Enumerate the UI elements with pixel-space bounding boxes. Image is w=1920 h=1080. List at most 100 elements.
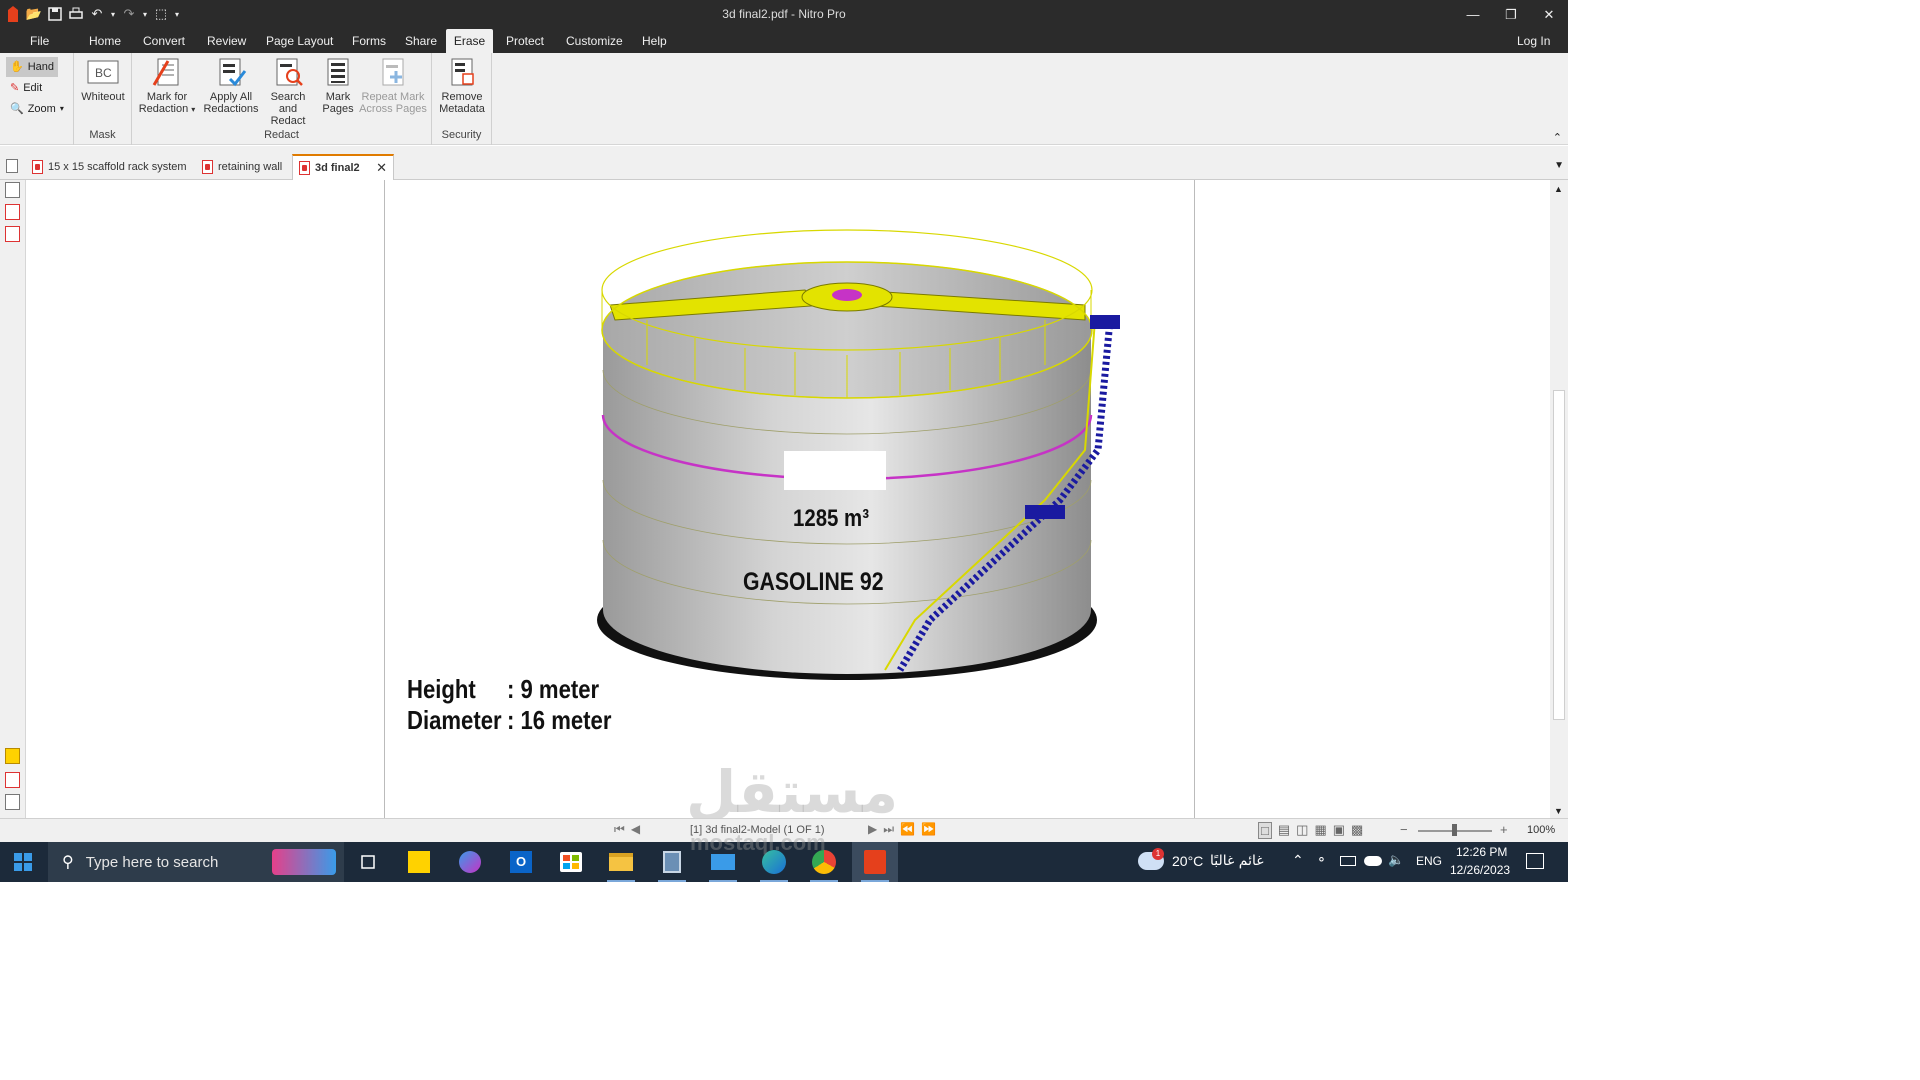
vertical-scrollbar[interactable]: ▲ ▼ <box>1550 180 1568 818</box>
calculator-icon[interactable] <box>649 842 695 882</box>
zoom-out-icon[interactable]: − <box>1400 822 1408 837</box>
mark-redaction-icon <box>152 58 179 86</box>
minimize-button[interactable]: — <box>1454 0 1492 29</box>
tab-help[interactable]: Help <box>636 29 673 53</box>
file-explorer-icon[interactable] <box>598 842 644 882</box>
task-view-icon[interactable] <box>345 842 391 882</box>
pages-panel-icon[interactable] <box>6 159 18 173</box>
tab-convert[interactable]: Convert <box>137 29 191 53</box>
battery-icon[interactable] <box>1340 856 1356 866</box>
zoom-tool-button[interactable]: 🔍 Zoom ▾ <box>6 99 68 119</box>
clock-date[interactable]: 12/26/2023 <box>1450 863 1510 877</box>
volume-icon[interactable]: 🔈 <box>1388 852 1404 868</box>
zoom-level[interactable]: 100% <box>1527 824 1555 836</box>
ribbon-tabs: File Home Convert Review Page Layout For… <box>0 29 1568 53</box>
window-title: 3d final2.pdf - Nitro Pro <box>722 7 846 21</box>
tab-forms[interactable]: Forms <box>346 29 392 53</box>
language-indicator[interactable]: ENG <box>1416 854 1442 868</box>
tab-review[interactable]: Review <box>201 29 252 53</box>
comments-icon[interactable] <box>5 748 20 764</box>
apply-all-redactions-button[interactable]: Apply All Redactions <box>200 57 262 115</box>
weather-temp[interactable]: 20°C <box>1172 853 1203 869</box>
left-sidebar <box>0 180 26 818</box>
close-tab-icon[interactable]: ✕ <box>376 160 387 176</box>
tab-erase[interactable]: Erase <box>446 29 493 53</box>
height-label: Height <box>407 674 476 704</box>
outlook-icon[interactable]: O <box>498 842 544 882</box>
tab-home[interactable]: Home <box>83 29 127 53</box>
notifications-icon[interactable] <box>1526 853 1544 869</box>
doc-tab-retaining-wall[interactable]: retaining wall <box>196 154 288 180</box>
whiteout-button[interactable]: BC Whiteout <box>78 57 128 103</box>
hand-icon: ✋ <box>10 61 24 73</box>
show-hidden-icons-icon[interactable]: ⌃ <box>1292 852 1304 869</box>
copilot-icon[interactable] <box>447 842 493 882</box>
document-tabs: 15 x 15 scaffold rack system retaining w… <box>0 146 1568 180</box>
security-panel-icon[interactable] <box>5 226 20 242</box>
continuous-view-icon[interactable]: ▤ <box>1278 822 1290 839</box>
capacity-label: 1285 m³ <box>793 505 869 532</box>
windows-start-icon[interactable] <box>14 853 32 874</box>
network-icon[interactable]: ⚬ <box>1316 852 1327 868</box>
tabs-dropdown-icon[interactable]: ▼ <box>1554 160 1564 171</box>
search-redact-icon <box>276 58 303 86</box>
scroll-up-icon[interactable]: ▲ <box>1554 184 1563 194</box>
pdf-file-icon <box>202 160 213 174</box>
onedrive-icon[interactable] <box>1364 856 1382 866</box>
apply-redactions-icon <box>219 58 247 87</box>
previous-view-icon[interactable]: ⏪ <box>900 822 915 837</box>
mark-dropdown-icon: ▾ <box>191 105 196 114</box>
microsoft-store-icon[interactable] <box>548 842 594 882</box>
login-link[interactable]: Log In <box>1511 29 1556 53</box>
prev-page-icon[interactable]: ◀ <box>631 822 640 837</box>
fit-page-icon[interactable]: ▣ <box>1333 822 1345 839</box>
clock-time[interactable]: 12:26 PM <box>1456 845 1507 859</box>
tab-customize[interactable]: Customize <box>560 29 629 53</box>
attachments-icon[interactable] <box>5 772 20 788</box>
page-thumbnails-icon[interactable] <box>5 182 20 198</box>
single-page-view-icon[interactable]: □ <box>1258 822 1272 839</box>
scroll-down-icon[interactable]: ▼ <box>1554 806 1563 816</box>
tab-file[interactable]: File <box>24 29 55 53</box>
tools-group: ✋ Hand ✎ Edit 🔍 Zoom ▾ <box>0 53 74 145</box>
pdf-page: 1285 m³ GASOLINE 92 Height : 9 meter Dia… <box>384 180 1195 818</box>
close-window-button[interactable]: ✕ <box>1530 0 1568 29</box>
zoom-icon: 🔍 <box>10 103 24 115</box>
bookmarks-icon[interactable] <box>5 204 20 220</box>
edit-tool-button[interactable]: ✎ Edit <box>6 78 46 98</box>
restore-button[interactable]: ❐ <box>1492 0 1530 29</box>
doc-tab-scaffold[interactable]: 15 x 15 scaffold rack system <box>26 154 193 180</box>
fit-width-icon[interactable]: ▩ <box>1351 822 1363 839</box>
taskbar-search-box[interactable]: ⚲ Type here to search <box>48 842 344 882</box>
last-page-icon[interactable]: ⏭ <box>883 822 894 837</box>
tab-protect[interactable]: Protect <box>500 29 550 53</box>
next-page-icon[interactable]: ▶ <box>868 822 877 837</box>
next-view-icon[interactable]: ⏩ <box>921 822 936 837</box>
sticky-notes-icon[interactable] <box>396 842 442 882</box>
pdf-file-icon <box>32 160 43 174</box>
remove-metadata-button[interactable]: Remove Metadata <box>436 57 488 115</box>
first-page-icon[interactable]: ⏮ <box>614 822 625 837</box>
tab-page-layout[interactable]: Page Layout <box>260 29 339 53</box>
facing-continuous-view-icon[interactable]: ▦ <box>1314 822 1326 839</box>
weather-desc[interactable]: غائم غالبًا <box>1210 853 1264 869</box>
scroll-thumb[interactable] <box>1553 390 1565 720</box>
repeat-mark-across-pages-button[interactable]: Repeat Mark Across Pages <box>358 57 428 115</box>
hand-tool-button[interactable]: ✋ Hand <box>6 57 58 77</box>
mark-for-redaction-button[interactable]: Mark for Redaction ▾ <box>136 57 198 116</box>
search-and-redact-button[interactable]: Search and Redact <box>260 57 316 127</box>
collapse-ribbon-icon[interactable]: ⌃ <box>1553 131 1562 144</box>
facing-view-icon[interactable]: ◫ <box>1296 822 1308 839</box>
diameter-value: : 16 meter <box>507 705 612 735</box>
output-icon[interactable] <box>5 794 20 810</box>
mark-pages-icon <box>327 58 349 86</box>
zoom-slider-thumb[interactable] <box>1452 824 1457 836</box>
tab-share[interactable]: Share <box>399 29 443 53</box>
doc-tab-3d-final2[interactable]: 3d final2 ✕ <box>292 154 394 180</box>
mark-pages-button[interactable]: Mark Pages <box>320 57 356 115</box>
height-value: : 9 meter <box>507 674 600 704</box>
watermark-arabic: مستقل <box>686 758 899 826</box>
zoom-in-icon[interactable]: + <box>1500 822 1508 837</box>
nitro-pro-taskbar-icon[interactable] <box>852 842 898 882</box>
redact-group: Mark for Redaction ▾ Apply All Redactions … <box>132 53 432 145</box>
